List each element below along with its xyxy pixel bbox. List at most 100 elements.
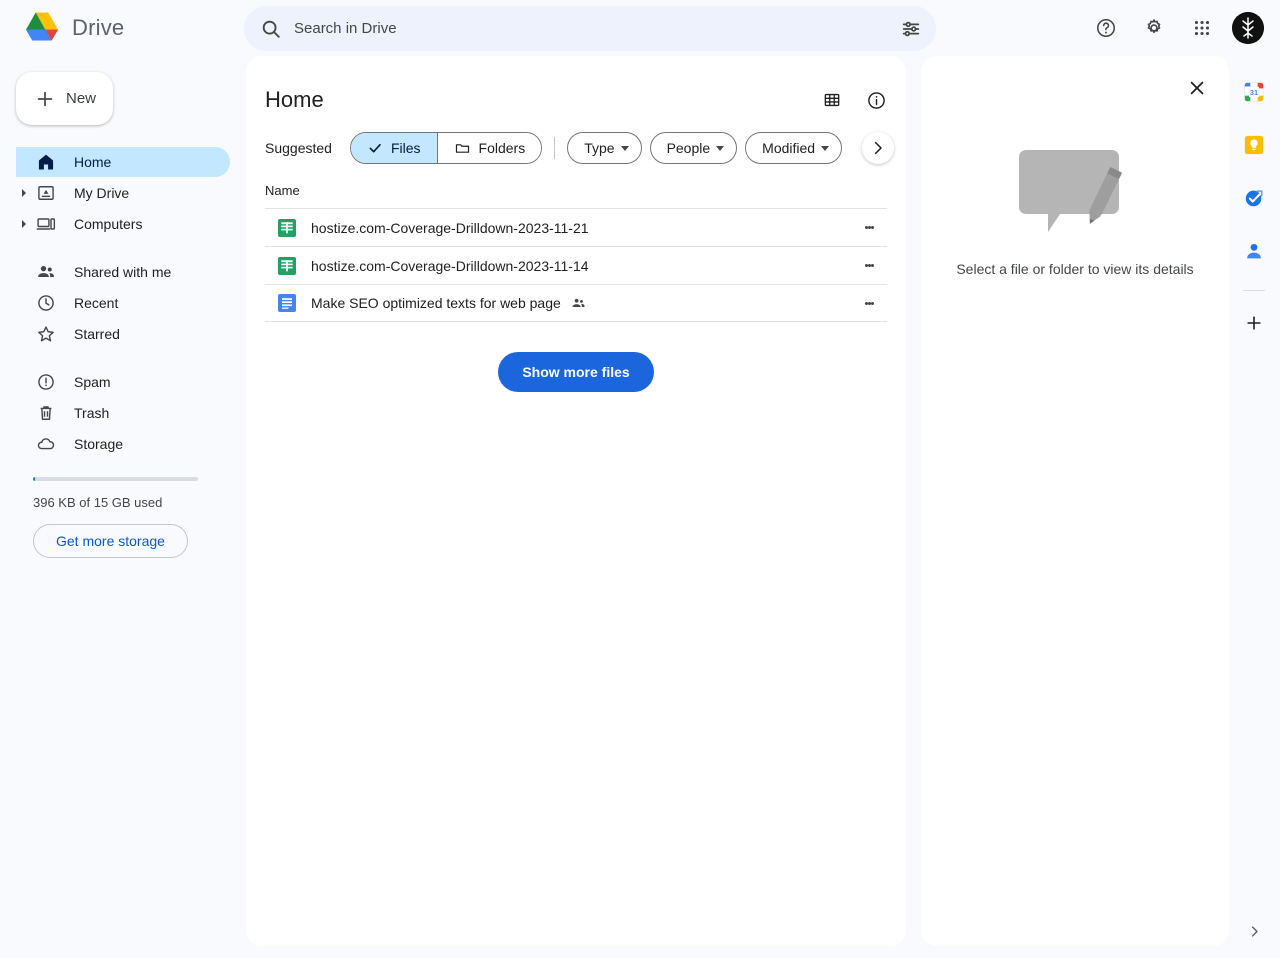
chevron-right-icon: [1251, 925, 1258, 937]
chevron-down-icon: [821, 145, 830, 151]
sidebar-item-starred[interactable]: Starred: [16, 319, 230, 349]
sidebar-item-spam[interactable]: Spam: [16, 367, 230, 397]
storage-usage-text: 396 KB of 15 GB used: [33, 495, 163, 510]
sidebar-nav: Home My Drive Computers Shared with me R…: [0, 147, 240, 459]
details-empty-text: Select a file or folder to view its deta…: [956, 261, 1194, 277]
sidebar-item-home[interactable]: Home: [16, 147, 230, 177]
info-circle-icon[interactable]: [858, 82, 894, 118]
chips-scroll-next-button[interactable]: [862, 132, 894, 164]
apps-grid-icon[interactable]: [1184, 10, 1220, 46]
comment-pencil-illustration: [1019, 150, 1123, 232]
details-panel: Select a file or folder to view its deta…: [921, 56, 1229, 946]
filter-chip-people-label: People: [666, 140, 711, 156]
file-name-text: hostize.com-Coverage-Drilldown-2023-11-1…: [311, 257, 589, 274]
sidebar-item-computers[interactable]: Computers: [16, 209, 230, 239]
filter-chip-people[interactable]: People: [649, 132, 738, 164]
sidebar-item-storage[interactable]: Storage: [16, 429, 230, 459]
google-sheets-icon: [278, 256, 296, 275]
trash-icon: [40, 406, 52, 420]
drive-logo-icon: [26, 12, 58, 41]
sidebar-item-label: Shared with me: [74, 264, 172, 280]
chevron-right-icon[interactable]: [22, 220, 26, 228]
side-apps-rail: 31: [1228, 56, 1280, 958]
close-icon[interactable]: [1179, 70, 1215, 106]
search-icon[interactable]: [260, 18, 282, 40]
sidebar-item-label: Trash: [74, 405, 110, 421]
folder-icon: [455, 143, 469, 153]
chevron-down-icon: [620, 145, 629, 151]
show-more-wrapper: Show more files: [246, 352, 906, 392]
sidebar-item-label: Spam: [74, 374, 111, 390]
segment-folders[interactable]: Folders: [437, 133, 542, 163]
top-bar: Drive: [0, 0, 1280, 56]
suggested-label: Suggested: [265, 140, 332, 156]
help-circle-icon[interactable]: [1088, 10, 1124, 46]
more-vert-icon[interactable]: [855, 289, 883, 317]
grid-view-icon[interactable]: [814, 82, 850, 118]
google-keep-icon[interactable]: [1234, 125, 1274, 165]
avatar[interactable]: [1232, 12, 1264, 44]
storage-progress-bar: [33, 477, 198, 481]
google-calendar-icon[interactable]: 31: [1234, 72, 1274, 112]
home-icon: [38, 154, 54, 170]
get-more-storage-button[interactable]: Get more storage: [33, 524, 188, 558]
chevron-down-icon: [716, 145, 725, 151]
segment-files-label: Files: [390, 140, 421, 156]
main-content-panel: Home Suggested Files Folders Type People…: [246, 56, 906, 946]
sidebar-item-label: Computers: [74, 216, 143, 232]
sidebar-item-label: Storage: [74, 436, 124, 452]
segment-folders-label: Folders: [478, 140, 526, 156]
google-tasks-icon[interactable]: [1234, 178, 1274, 218]
file-name: hostize.com-Coverage-Drilldown-2023-11-1…: [311, 258, 855, 274]
table-row[interactable]: hostize.com-Coverage-Drilldown-2023-11-2…: [265, 208, 887, 246]
file-name-text: Make SEO optimized texts for web page: [311, 295, 561, 311]
computers-icon: [36, 218, 56, 230]
file-name: hostize.com-Coverage-Drilldown-2023-11-2…: [311, 220, 855, 236]
clock-icon: [38, 295, 54, 311]
chevron-right-icon[interactable]: [22, 189, 26, 197]
sidebar-item-recent[interactable]: Recent: [16, 288, 230, 318]
sidebar-divider-gap-2: [0, 350, 240, 366]
sidebar-item-shared-with-me[interactable]: Shared with me: [16, 257, 230, 287]
filter-chips-row: Suggested Files Folders Type People Modi…: [246, 124, 906, 172]
filter-chip-modified[interactable]: Modified: [745, 132, 843, 164]
chevron-right-icon: [874, 141, 882, 155]
plus-icon: [37, 91, 53, 106]
panel-header-actions: [814, 82, 894, 118]
search-input[interactable]: [282, 20, 900, 37]
more-vert-icon[interactable]: [855, 252, 883, 280]
file-name-text: hostize.com-Coverage-Drilldown-2023-11-2…: [311, 219, 589, 236]
search-bar[interactable]: [244, 6, 936, 51]
rail-expand-button[interactable]: [1239, 916, 1269, 946]
new-button[interactable]: New: [16, 72, 113, 125]
sidebar-item-trash[interactable]: Trash: [16, 398, 230, 428]
filter-chip-modified-label: Modified: [762, 140, 816, 156]
shared-people-icon: [572, 298, 585, 307]
plus-icon: [1247, 316, 1261, 330]
my-drive-icon: [38, 186, 54, 200]
gear-icon[interactable]: [1136, 10, 1172, 46]
rail-divider: [1243, 290, 1265, 291]
filter-chip-type[interactable]: Type: [567, 132, 642, 164]
more-vert-icon[interactable]: [855, 214, 883, 242]
table-row[interactable]: Make SEO optimized texts for web page: [265, 284, 887, 322]
add-app-button[interactable]: [1234, 303, 1274, 343]
sidebar-item-label: Recent: [74, 295, 119, 311]
storage-section: 396 KB of 15 GB used Get more storage: [33, 477, 215, 558]
sidebar-divider-gap: [0, 240, 240, 256]
google-contacts-icon[interactable]: [1234, 231, 1274, 271]
sidebar-item-my-drive[interactable]: My Drive: [16, 178, 230, 208]
top-bar-actions: [1088, 0, 1264, 56]
segment-files[interactable]: Files: [350, 133, 438, 163]
cloud-icon: [37, 438, 55, 450]
brand[interactable]: Drive: [0, 10, 236, 46]
google-sheets-icon: [278, 218, 296, 237]
sidebar: New Home My Drive Computers Shared with …: [0, 56, 240, 958]
sidebar-item-label: My Drive: [74, 185, 130, 201]
tune-icon[interactable]: [900, 18, 922, 40]
show-more-files-button[interactable]: Show more files: [498, 352, 654, 392]
file-name: Make SEO optimized texts for web page: [311, 295, 855, 311]
table-row[interactable]: hostize.com-Coverage-Drilldown-2023-11-1…: [265, 246, 887, 284]
files-folders-segmented-control: Files Folders: [349, 132, 543, 164]
account-avatar-glyph: [1232, 12, 1264, 44]
